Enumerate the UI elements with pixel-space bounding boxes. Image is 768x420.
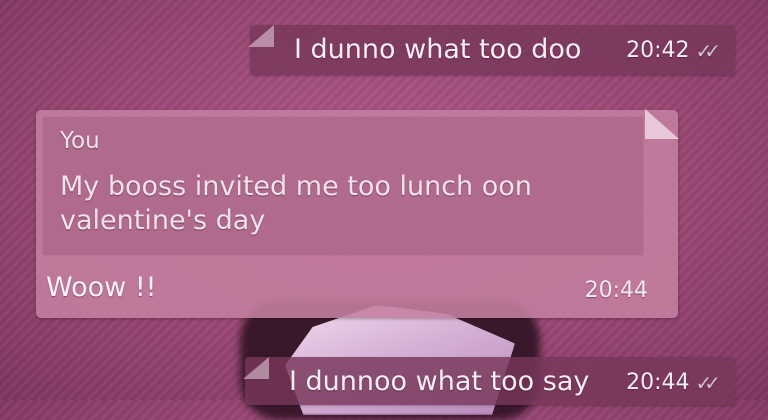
- message-time: 20:44: [626, 370, 690, 395]
- quoted-message[interactable]: You My booss invited me too lunch oon va…: [42, 116, 644, 256]
- double-check-icon: ✓✓: [695, 38, 720, 63]
- message-meta: 20:44 ✓✓: [626, 370, 721, 395]
- incoming-message-bubble[interactable]: You My booss invited me too lunch oon va…: [36, 109, 679, 318]
- bubble-corner-fold: [645, 109, 679, 139]
- double-check-icon: ✓✓: [695, 370, 720, 395]
- message-time: 20:44: [584, 278, 648, 303]
- outgoing-message-bubble[interactable]: I dunno what too doo 20:42 ✓✓: [248, 25, 735, 75]
- bubble-tail: [243, 357, 269, 379]
- outgoing-message-bubble[interactable]: I dunnoo what too say 20:44 ✓✓: [243, 357, 735, 405]
- quoted-author: You: [60, 128, 100, 154]
- message-text: Woow !!: [46, 272, 157, 303]
- message-meta: 20:42 ✓✓: [626, 38, 721, 63]
- message-text: I dunno what too doo: [294, 34, 582, 65]
- bubble-tail: [248, 25, 274, 47]
- quoted-text: My booss invited me too lunch oon valent…: [60, 171, 532, 236]
- message-text: I dunnoo what too say: [289, 366, 590, 397]
- message-time: 20:42: [626, 38, 690, 63]
